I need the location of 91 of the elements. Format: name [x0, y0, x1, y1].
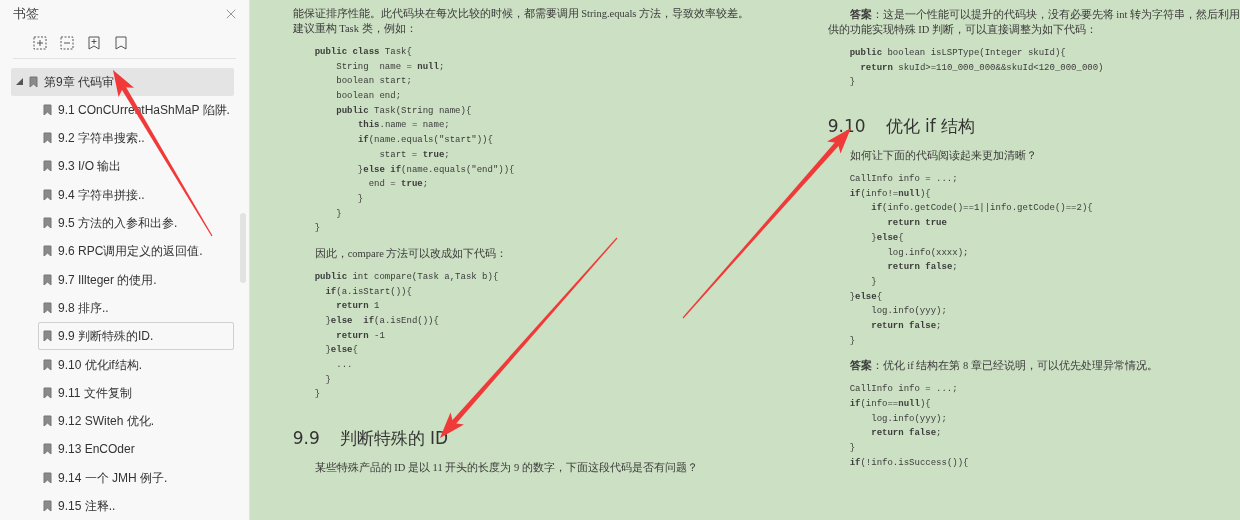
code-line: return 1 — [335, 301, 380, 312]
code-line: if(name.equals("start")){ — [356, 135, 493, 146]
code-line: if(info.getCode()==1||info.getCode()==2){ — [870, 203, 1093, 214]
panel-title: 书签 — [13, 5, 39, 24]
paragraph-line: 能保证排序性能。此代码块在每次比较的时候，都需要调用 String.equals 方法，导致效率较差。 — [292, 7, 750, 21]
paragraph-line: 建议重构 Task 类，例如： — [292, 22, 417, 36]
code-line: } — [314, 389, 321, 400]
paragraph-line: 答案：这是一个性能可以提升的代码块，没有必要先将 int 转为字符串，然后利用 — [849, 7, 1240, 22]
bookmark-item[interactable]: 第9章 代码审 — [11, 67, 234, 96]
code-line: start = true; — [378, 149, 450, 160]
expand-all-icon[interactable] — [31, 34, 49, 53]
bookmark-icon — [43, 132, 52, 145]
code-line: CallInfo info = ...; — [849, 384, 958, 395]
code-line: } — [324, 374, 331, 385]
bookmark-icon — [43, 217, 52, 230]
paragraph-line: 答案：优化 if 结构在第 8 章已经说明，可以优先处理异常情况。 — [849, 358, 1158, 374]
code-line: public class Task{ — [314, 47, 412, 57]
code-line: if(!info.isSuccess()){ — [849, 457, 969, 468]
bookmark-item[interactable]: 9.6 RPC调用定义的返回值. — [38, 237, 234, 266]
code-line: end = true; — [367, 179, 429, 190]
code-line: CallInfo info = ...; — [849, 174, 958, 185]
code-line: log.info(xxxx); — [886, 247, 969, 258]
code-line: }else if(name.equals("end")){ — [356, 164, 515, 175]
paragraph-line: 因此，compare 方法可以改成如下代码： — [314, 246, 508, 261]
bookmark-icon — [43, 301, 52, 314]
code-line: log.info(yyy); — [870, 306, 947, 317]
bookmark-item[interactable]: 9.14 一个 JMH 例子. — [38, 463, 234, 492]
section-number: 9.10 — [827, 115, 866, 139]
bookmark-icon — [43, 415, 52, 428]
bookmark-icon — [29, 75, 38, 88]
code-line: } — [335, 208, 342, 219]
bookmark-item[interactable]: 9.10 优化if结构. — [38, 350, 234, 379]
bookmark-icon — [43, 188, 52, 201]
code-line: boolean start; — [335, 76, 412, 87]
bookmark-icon — [43, 273, 52, 286]
collapse-all-icon[interactable] — [58, 34, 76, 53]
bookmark-icon — [43, 245, 52, 258]
paragraph-line: 如何让下面的代码阅读起来更加清晰？ — [849, 149, 1037, 164]
code-line: } — [870, 276, 877, 287]
code-line: log.info(yyy); — [870, 413, 947, 424]
paragraph-line: 某些特殊产品的 ID 是以 11 开头的长度为 9 的数字，下面这段代码是否有问题？ — [314, 461, 698, 476]
bookmark-item[interactable]: 9.11 文件复制 — [38, 378, 234, 407]
bookmark-icon — [43, 386, 52, 399]
bookmark-item[interactable]: 9.4 字符串拼接.. — [38, 180, 234, 209]
code-line: }else{ — [870, 232, 904, 243]
bookmark-item[interactable]: 9.8 排序.. — [38, 293, 234, 322]
section-title: 优化 if 结构 — [885, 115, 976, 139]
paragraph-line: 供的功能实现特殊 ID 判断，可以直接调整为如下代码： — [827, 23, 1097, 37]
code-line: public Task(String name){ — [335, 105, 472, 116]
bookmark-icon — [43, 443, 52, 456]
code-line: } — [314, 223, 321, 234]
code-line: boolean end; — [335, 91, 402, 102]
section-number: 9.9 — [292, 427, 320, 451]
bookmark-icon — [43, 103, 52, 116]
code-line: if(a.isStart()){ — [324, 286, 412, 297]
bookmark-item[interactable]: 9.12 SWiteh 优化. — [38, 407, 234, 436]
expand-toggle-icon[interactable] — [16, 78, 23, 86]
code-line: this.name = name; — [356, 120, 450, 131]
code-line: return false; — [870, 320, 942, 331]
add-bookmark-icon[interactable] — [85, 34, 103, 53]
code-line: } — [849, 443, 856, 454]
bookmark-item[interactable]: 9.15 注释.. — [38, 492, 234, 520]
code-line: return false; — [886, 262, 958, 273]
code-line: public int compare(Task a,Task b){ — [314, 271, 499, 282]
code-line: return false; — [870, 428, 942, 439]
code-line: }else{ — [324, 345, 358, 356]
bookmark-icon — [43, 500, 52, 512]
bookmark-icon[interactable] — [112, 34, 130, 53]
code-line: return skuId>=110_000_000&&skuId<120_000_000) — [859, 62, 1104, 73]
code-line: if(info==null){ — [849, 399, 931, 409]
code-line: } — [356, 193, 364, 204]
bookmark-icon — [43, 471, 52, 484]
code-line: }else if(a.isEnd()){ — [324, 316, 439, 326]
bookmark-item[interactable]: 9.13 EnCOder — [38, 435, 234, 464]
code-line: }else{ — [849, 291, 883, 302]
bookmark-icon — [43, 330, 52, 343]
code-line: public boolean isLSPType(Integer skuId){ — [849, 48, 1066, 58]
bookmark-item[interactable]: 9.3 I/O 输出 — [38, 152, 234, 181]
code-line: } — [849, 77, 856, 88]
bookmark-item[interactable]: 9.7 Illteger 的使用. — [38, 265, 234, 294]
bookmark-item[interactable]: 9.5 方法的入参和出参. — [38, 209, 234, 238]
code-line: } — [849, 335, 856, 346]
code-line: return -1 — [335, 330, 385, 341]
code-line: return true — [886, 218, 947, 229]
code-line: String name = null; — [335, 61, 445, 72]
code-line: ... — [335, 360, 353, 371]
code-line: if(info!=null){ — [849, 188, 931, 199]
bookmark-icon — [43, 358, 52, 371]
bookmark-item[interactable]: 9.2 字符串搜索.. — [38, 124, 234, 153]
bookmark-item[interactable]: 9.9 判断特殊的ID. — [38, 322, 234, 351]
bookmark-icon — [43, 160, 52, 173]
